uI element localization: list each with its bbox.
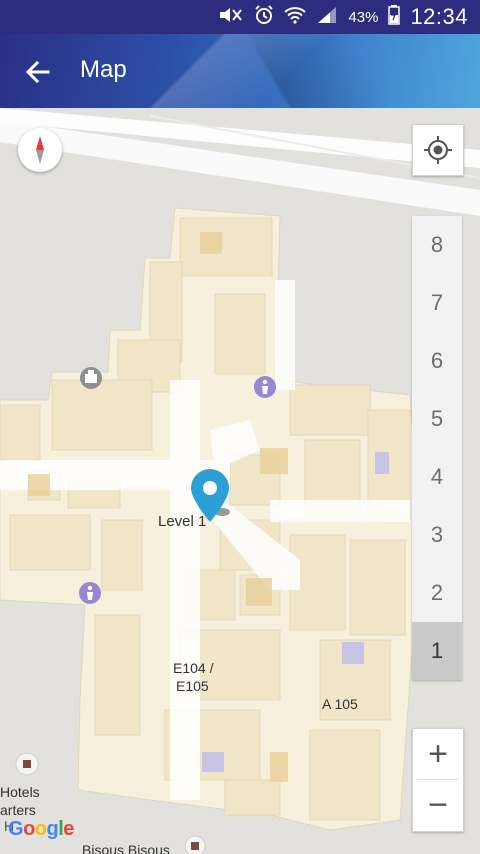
level-label: Level 1 — [158, 513, 207, 530]
map-view[interactable]: Level 1 E104 / E105 A 105 Hotels arters … — [0, 108, 480, 854]
zoom-in-button[interactable]: + — [413, 729, 463, 779]
clock: 12:34 — [410, 4, 468, 29]
app-bar-pattern — [0, 34, 480, 108]
floor-button[interactable]: 3 — [412, 506, 462, 564]
floor-picker: 8 7 6 5 4 3 2 1 — [412, 216, 462, 680]
floor-button[interactable]: 4 — [412, 448, 462, 506]
zoom-controls: + − — [412, 728, 464, 832]
compass-button[interactable] — [18, 128, 62, 172]
battery-percent: 43% — [348, 8, 379, 26]
restroom-icon — [254, 376, 276, 398]
floor-button[interactable]: 5 — [412, 390, 462, 448]
crosshair-icon — [424, 136, 452, 164]
floor-button[interactable]: 7 — [412, 274, 462, 332]
room-label: E105 — [176, 678, 209, 694]
wifi-icon — [284, 6, 307, 29]
poi-label: Hotels — [0, 784, 40, 800]
shop-poi-icon — [80, 367, 102, 389]
compass-icon — [36, 136, 44, 164]
restroom-icon — [79, 582, 101, 604]
floor-button[interactable]: 2 — [412, 564, 462, 622]
floor-button[interactable]: 8 — [412, 216, 462, 274]
alarm-icon — [254, 4, 274, 30]
google-logo: Google — [8, 818, 74, 840]
back-button[interactable] — [20, 54, 56, 90]
zoom-out-button[interactable]: − — [413, 780, 463, 830]
my-location-button[interactable] — [412, 124, 464, 176]
page-title: Map — [80, 56, 127, 83]
app-bar: Map — [0, 34, 480, 108]
floor-button[interactable]: 6 — [412, 332, 462, 390]
floor-button-selected[interactable]: 1 — [412, 622, 462, 680]
room-label: A 105 — [322, 696, 358, 712]
battery-icon — [388, 4, 401, 30]
poi-label: Bisous Bisous — [82, 842, 170, 854]
poi-label: arters — [0, 802, 36, 818]
status-bar: 43% 12:34 — [0, 0, 480, 34]
mute-icon — [218, 6, 244, 29]
signal-icon — [316, 6, 338, 29]
room-label: E104 / — [173, 660, 214, 676]
poi-marker — [15, 752, 39, 776]
arrow-back-icon — [25, 60, 50, 84]
floor-plan — [0, 108, 480, 854]
poi-marker — [184, 835, 206, 854]
